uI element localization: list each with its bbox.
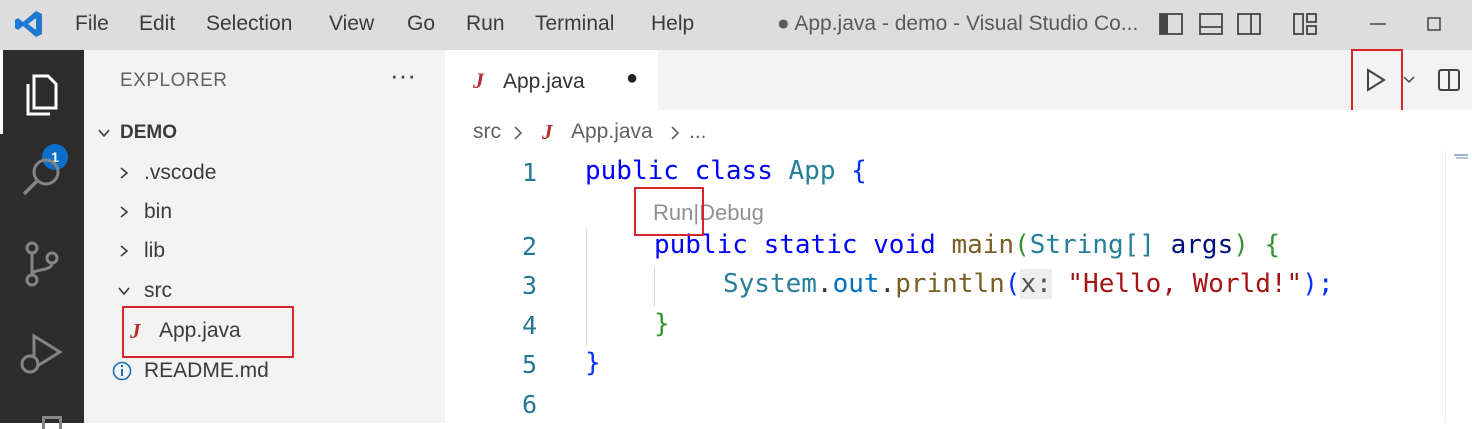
menu-file[interactable]: File (75, 0, 109, 50)
split-editor-icon[interactable] (1436, 67, 1462, 93)
paren: ) (1233, 230, 1249, 260)
paren: ( (1014, 230, 1030, 260)
line-number: 5 (521, 350, 537, 379)
menu-go[interactable]: Go (407, 0, 435, 50)
chevron-right-icon (120, 167, 129, 179)
maximize-icon[interactable] (1420, 10, 1448, 38)
menu-run[interactable]: Run (466, 0, 505, 50)
code-line-5: } (585, 348, 601, 378)
tree-root-label: DEMO (120, 122, 177, 143)
dot: . (879, 269, 896, 299)
window-title: ● App.java - demo - Visual Studio Co... (777, 12, 1139, 35)
tree-item-lib[interactable]: lib (84, 232, 445, 270)
more-actions-icon[interactable]: ··· (390, 60, 416, 91)
line-number: 3 (521, 271, 537, 300)
string-literal: "Hello, World!" (1067, 269, 1303, 299)
menu-view[interactable]: View (329, 0, 374, 50)
paren: ( (1004, 269, 1021, 299)
chevron-right-icon (120, 206, 129, 218)
breadcrumb-separator-icon (671, 126, 680, 140)
customize-layout-icon[interactable] (1291, 10, 1319, 38)
indent-guide (586, 228, 587, 346)
brace: { (851, 156, 867, 186)
java-file-icon: J (473, 68, 484, 93)
search-icon[interactable] (18, 154, 66, 202)
codelens-debug-button[interactable]: Debug (699, 200, 764, 225)
keyword: class (694, 156, 773, 186)
highlight-box-codelens-run (634, 187, 704, 236)
highlight-box-explorer-app-java (122, 306, 294, 358)
toggle-secondary-sidebar-icon[interactable] (1235, 10, 1263, 38)
tree-root-demo[interactable]: DEMO (84, 114, 445, 152)
source-control-icon[interactable] (18, 240, 66, 288)
chevron-down-icon (118, 287, 130, 296)
code-line-2: public static void main(String[] args) { (654, 230, 1280, 260)
line-number: 6 (521, 390, 537, 419)
minimize-icon[interactable] (1364, 10, 1392, 38)
tree-item-label: .vscode (144, 161, 217, 184)
keyword: public (585, 156, 679, 186)
tree-item-label: src (144, 279, 172, 302)
active-indicator (0, 50, 3, 134)
keyword: static (763, 230, 858, 260)
keyword: void (873, 230, 936, 260)
method-name: main (951, 230, 1015, 260)
explorer-title: EXPLORER (120, 70, 228, 91)
minimap-line (1456, 157, 1468, 159)
paren: ); (1302, 269, 1334, 299)
toggle-primary-sidebar-icon[interactable] (1157, 10, 1185, 38)
java-file-icon: J (542, 120, 553, 144)
chevron-right-icon (120, 245, 129, 257)
activity-bar: 1 (0, 50, 84, 429)
breadcrumb-file[interactable]: App.java (571, 120, 653, 144)
minimap-line (1454, 154, 1468, 156)
toggle-panel-icon[interactable] (1197, 10, 1225, 38)
tab-app-java[interactable]: J App.java ● (445, 50, 658, 110)
tree-item-src[interactable]: src (84, 272, 445, 310)
brace: } (585, 348, 601, 378)
code-line-3: System.out.println(x: "Hello, World!"); (723, 269, 1334, 299)
menu-selection[interactable]: Selection (206, 0, 292, 50)
menu-edit[interactable]: Edit (139, 0, 175, 50)
tab-label: App.java (503, 70, 585, 93)
inlay-hint: x: (1020, 269, 1052, 299)
highlight-box-run-button (1351, 49, 1403, 112)
line-number: 2 (521, 232, 537, 261)
indent-guide (654, 267, 655, 307)
breadcrumb-src[interactable]: src (473, 120, 501, 144)
breadcrumb-symbol[interactable]: ... (689, 120, 707, 144)
type: String[] (1029, 230, 1155, 260)
run-debug-icon[interactable] (18, 330, 66, 378)
field-ref: out (832, 269, 880, 299)
tree-item-bin[interactable]: bin (84, 193, 445, 231)
breadcrumb-separator-icon (514, 126, 523, 140)
code-line-1: public class App { (585, 156, 867, 186)
vscode-logo-icon[interactable] (14, 9, 44, 39)
tree-item-vscode[interactable]: .vscode (84, 154, 445, 192)
chevron-down-icon (98, 129, 110, 138)
explorer-icon[interactable] (18, 70, 66, 118)
line-number: 1 (521, 158, 537, 187)
brace: } (654, 309, 670, 339)
dot: . (816, 269, 833, 299)
explorer-sidebar: EXPLORER ··· DEMO .vscode bin lib src J … (84, 50, 445, 423)
menu-terminal[interactable]: Terminal (535, 0, 614, 50)
brace: { (1264, 230, 1281, 260)
parameter: args (1170, 230, 1234, 260)
class-name: App (788, 156, 836, 186)
code-editor[interactable]: 1 2 3 4 5 6 public class App { Run|Debug… (445, 150, 1445, 423)
code-line-4: } (654, 309, 670, 339)
tree-item-label: lib (144, 239, 166, 262)
minimap[interactable] (1445, 150, 1472, 423)
info-icon (112, 361, 132, 381)
title-bar: File Edit Selection View Go Run Terminal… (0, 0, 1472, 50)
editor-tab-bar: J App.java ● (445, 50, 1472, 110)
unsaved-dot-icon[interactable]: ● (626, 67, 638, 90)
method-name: println (895, 269, 1005, 299)
class-ref: System (723, 269, 817, 299)
menu-help[interactable]: Help (651, 0, 694, 50)
line-number: 4 (521, 311, 537, 340)
tree-item-label: bin (144, 200, 173, 223)
run-options-chevron-icon[interactable] (1402, 75, 1416, 85)
